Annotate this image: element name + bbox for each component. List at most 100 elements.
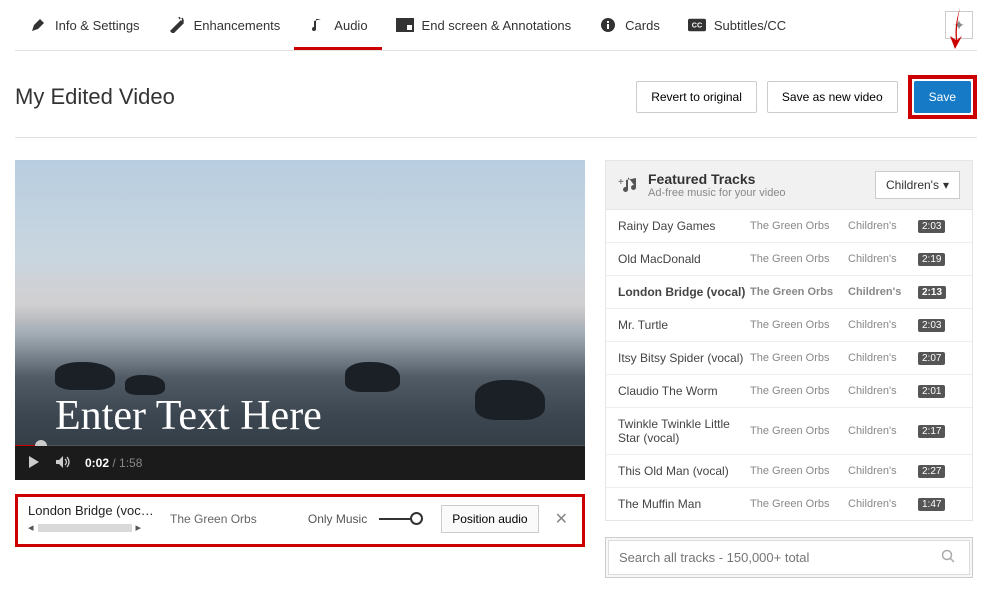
header-row: My Edited Video Revert to original Save … [15,51,977,138]
track-row[interactable]: Rainy Day GamesThe Green OrbsChildren's2… [606,210,972,243]
track-duration: 2:07 [918,352,945,365]
track-duration: 2:27 [918,465,945,478]
track-row[interactable]: This Old Man (vocal)The Green OrbsChildr… [606,455,972,488]
volume-icon[interactable] [55,455,71,472]
genre-dropdown[interactable]: Children's ▾ [875,171,960,199]
genre-selected-label: Children's [886,178,939,192]
track-name: London Bridge (vocal) [618,285,750,299]
track-genre: Children's [848,425,918,437]
play-icon[interactable] [27,455,41,472]
track-artist: The Green Orbs [750,286,848,298]
next-track-icon[interactable]: ▸ [136,521,142,534]
video-preview[interactable]: Enter Text Here 0:02 / 1:58 [15,160,585,480]
tab-cards[interactable]: Cards [585,0,674,50]
tab-enhancements[interactable]: Enhancements [154,0,295,50]
featured-header: + Featured Tracks Ad-free music for your… [605,160,973,210]
wand-icon [168,16,186,34]
track-duration: 2:03 [918,319,945,332]
track-name: Twinkle Twinkle Little Star (vocal) [618,417,750,445]
track-genre: Children's [848,498,918,510]
track-artist: The Green Orbs [750,465,848,477]
track-name: Rainy Day Games [618,219,750,233]
track-genre: Children's [848,385,918,397]
selected-track-artist: The Green Orbs [170,512,257,526]
tab-subtitles[interactable]: CC Subtitles/CC [674,0,800,50]
track-genre: Children's [848,352,918,364]
track-artist: The Green Orbs [750,220,848,232]
tab-endscreen[interactable]: End screen & Annotations [382,0,586,50]
tab-info-settings[interactable]: Info & Settings [15,0,154,50]
track-name: Claudio The Worm [618,384,750,398]
track-duration: 1:47 [918,498,945,511]
track-name: Mr. Turtle [618,318,750,332]
tab-label: Subtitles/CC [714,18,786,33]
track-genre: Children's [848,220,918,232]
track-artist: The Green Orbs [750,425,848,437]
prev-track-icon[interactable]: ◂ [28,521,34,534]
save-button[interactable]: Save [914,81,971,113]
track-artist: The Green Orbs [750,352,848,364]
scene-rock-icon [345,362,400,392]
endscreen-icon [396,16,414,34]
cc-icon: CC [688,16,706,34]
featured-sub: Ad-free music for your video [648,187,786,199]
tab-label: Cards [625,18,660,33]
track-duration: 2:03 [918,220,945,233]
track-row[interactable]: London Bridge (vocal)The Green OrbsChild… [606,276,972,309]
track-duration: 2:17 [918,425,945,438]
track-name: This Old Man (vocal) [618,464,750,478]
track-list: Rainy Day GamesThe Green OrbsChildren's2… [605,210,973,521]
time-current: 0:02 [85,456,109,470]
featured-title: Featured Tracks [648,171,786,187]
remove-track-button[interactable]: ✕ [551,509,572,529]
music-plus-icon: + [618,175,638,196]
track-duration: 2:19 [918,253,945,266]
track-row[interactable]: Mr. TurtleThe Green OrbsChildren's2:03 [606,309,972,342]
selected-track-title: London Bridge (voc… [28,503,158,518]
track-scrub-bar[interactable] [38,524,132,532]
mix-label: Only Music [308,512,367,526]
track-artist: The Green Orbs [750,498,848,510]
selected-track-panel: London Bridge (voc… ◂ ▸ The Green Orbs O… [15,494,585,547]
scene-rock-icon [55,362,115,390]
revert-button[interactable]: Revert to original [636,81,757,113]
tab-label: Audio [334,18,367,33]
pencil-icon [29,16,47,34]
save-as-new-button[interactable]: Save as new video [767,81,898,113]
track-duration: 2:01 [918,385,945,398]
info-circle-icon [599,16,617,34]
track-row[interactable]: Twinkle Twinkle Little Star (vocal)The G… [606,408,972,455]
slider-knob[interactable] [410,512,423,525]
search-container [605,537,973,578]
mix-slider[interactable] [379,518,429,520]
svg-text:CC: CC [692,21,702,30]
track-artist: The Green Orbs [750,253,848,265]
video-title: My Edited Video [15,84,175,110]
track-row[interactable]: The Muffin ManThe Green OrbsChildren's1:… [606,488,972,520]
track-artist: The Green Orbs [750,385,848,397]
track-name: Old MacDonald [618,252,750,266]
editor-tabs: Info & Settings Enhancements Audio End s… [15,0,977,51]
track-duration: 2:13 [918,286,946,299]
track-row[interactable]: Old MacDonaldThe Green OrbsChildren's2:1… [606,243,972,276]
time-total: 1:58 [119,456,142,470]
track-row[interactable]: Claudio The WormThe Green OrbsChildren's… [606,375,972,408]
tab-label: Info & Settings [55,18,140,33]
track-name: Itsy Bitsy Spider (vocal) [618,351,750,365]
track-artist: The Green Orbs [750,319,848,331]
search-icon[interactable] [941,549,959,566]
position-audio-button[interactable]: Position audio [441,505,538,533]
track-row[interactable]: Itsy Bitsy Spider (vocal)The Green OrbsC… [606,342,972,375]
chevron-down-icon: ▾ [943,178,949,192]
track-genre: Children's [848,253,918,265]
track-genre: Children's [848,319,918,331]
tab-audio[interactable]: Audio [294,0,381,50]
search-input[interactable] [619,550,941,565]
tutorial-arrow-icon [944,6,966,54]
tutorial-highlight: Save [908,75,977,119]
music-note-icon [308,16,326,34]
track-genre: Children's [848,286,918,298]
track-name: The Muffin Man [618,497,750,511]
video-overlay-text: Enter Text Here [55,392,322,440]
scene-rock-icon [475,380,545,420]
